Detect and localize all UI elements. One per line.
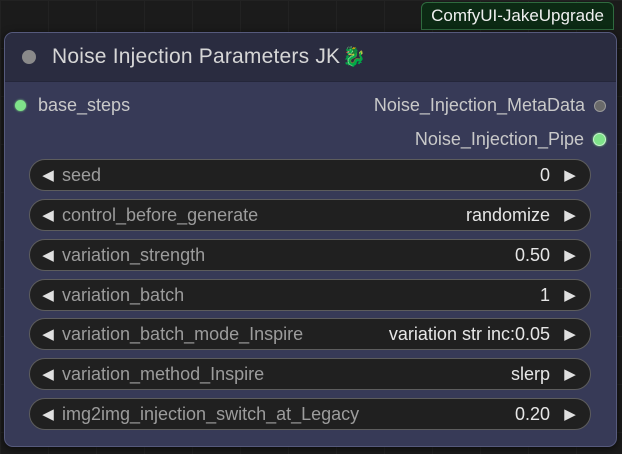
widget-value[interactable]: randomize <box>466 205 550 226</box>
dragon-icon: 🐉 <box>342 47 366 68</box>
increment-arrow-icon[interactable]: ▶ <box>556 325 584 343</box>
widget-value[interactable]: slerp <box>511 364 550 385</box>
widget-label: seed <box>62 164 102 185</box>
node-title: Noise Injection Parameters JK <box>52 45 341 68</box>
decrement-arrow-icon[interactable]: ◀ <box>34 286 62 304</box>
widget-seed[interactable]: ◀ seed 0 ▶ <box>29 159 591 191</box>
output-metadata[interactable]: Noise_Injection_MetaData <box>374 95 606 116</box>
output-label: Noise_Injection_Pipe <box>414 129 584 149</box>
widget-value[interactable]: 0 <box>540 165 550 186</box>
increment-arrow-icon[interactable]: ▶ <box>556 286 584 304</box>
increment-arrow-icon[interactable]: ▶ <box>556 405 584 423</box>
decrement-arrow-icon[interactable]: ◀ <box>34 166 62 184</box>
output-slot-icon[interactable] <box>593 133 606 146</box>
widget-variation-strength[interactable]: ◀ variation_strength 0.50 ▶ <box>29 239 591 271</box>
widget-label: img2img_injection_switch_at_Legacy <box>62 403 360 424</box>
widget-value[interactable]: 1 <box>540 285 550 306</box>
widget-label: variation_batch_mode_Inspire <box>62 323 304 344</box>
output-label: Noise_Injection_MetaData <box>373 95 585 115</box>
widget-variation-batch[interactable]: ◀ variation_batch 1 ▶ <box>29 279 591 311</box>
widget-value[interactable]: variation str inc:0.05 <box>389 324 550 345</box>
decrement-arrow-icon[interactable]: ◀ <box>34 325 62 343</box>
decrement-arrow-icon[interactable]: ◀ <box>34 246 62 264</box>
collapse-dot-icon[interactable] <box>22 50 36 64</box>
widget-control-before-generate[interactable]: ◀ control_before_generate randomize ▶ <box>29 199 591 231</box>
increment-arrow-icon[interactable]: ▶ <box>556 246 584 264</box>
widget-value[interactable]: 0.20 <box>515 404 550 425</box>
extension-badge: ComfyUI-JakeUpgrade <box>421 2 614 30</box>
input-label: base_steps <box>38 95 131 115</box>
increment-arrow-icon[interactable]: ▶ <box>556 206 584 224</box>
widget-label: variation_method_Inspire <box>62 363 265 384</box>
increment-arrow-icon[interactable]: ▶ <box>556 166 584 184</box>
noise-injection-node[interactable]: Noise Injection Parameters JK 🐉 base_ste… <box>4 32 617 447</box>
node-titlebar[interactable]: Noise Injection Parameters JK 🐉 <box>5 33 616 82</box>
increment-arrow-icon[interactable]: ▶ <box>556 365 584 383</box>
widget-variation-batch-mode[interactable]: ◀ variation_batch_mode_Inspire variation… <box>29 318 591 350</box>
input-base-steps[interactable]: base_steps <box>15 95 130 116</box>
widget-img2img-injection-switch[interactable]: ◀ img2img_injection_switch_at_Legacy 0.2… <box>29 398 591 430</box>
output-slot-icon[interactable] <box>594 99 606 112</box>
widget-label: control_before_generate <box>62 204 259 225</box>
decrement-arrow-icon[interactable]: ◀ <box>34 365 62 383</box>
output-pipe[interactable]: Noise_Injection_Pipe <box>415 129 606 150</box>
decrement-arrow-icon[interactable]: ◀ <box>34 206 62 224</box>
widget-label: variation_strength <box>62 244 206 265</box>
widget-variation-method[interactable]: ◀ variation_method_Inspire slerp ▶ <box>29 358 591 390</box>
input-slot-icon[interactable] <box>15 100 26 111</box>
decrement-arrow-icon[interactable]: ◀ <box>34 405 62 423</box>
widget-label: variation_batch <box>62 284 185 305</box>
widget-value[interactable]: 0.50 <box>515 245 550 266</box>
